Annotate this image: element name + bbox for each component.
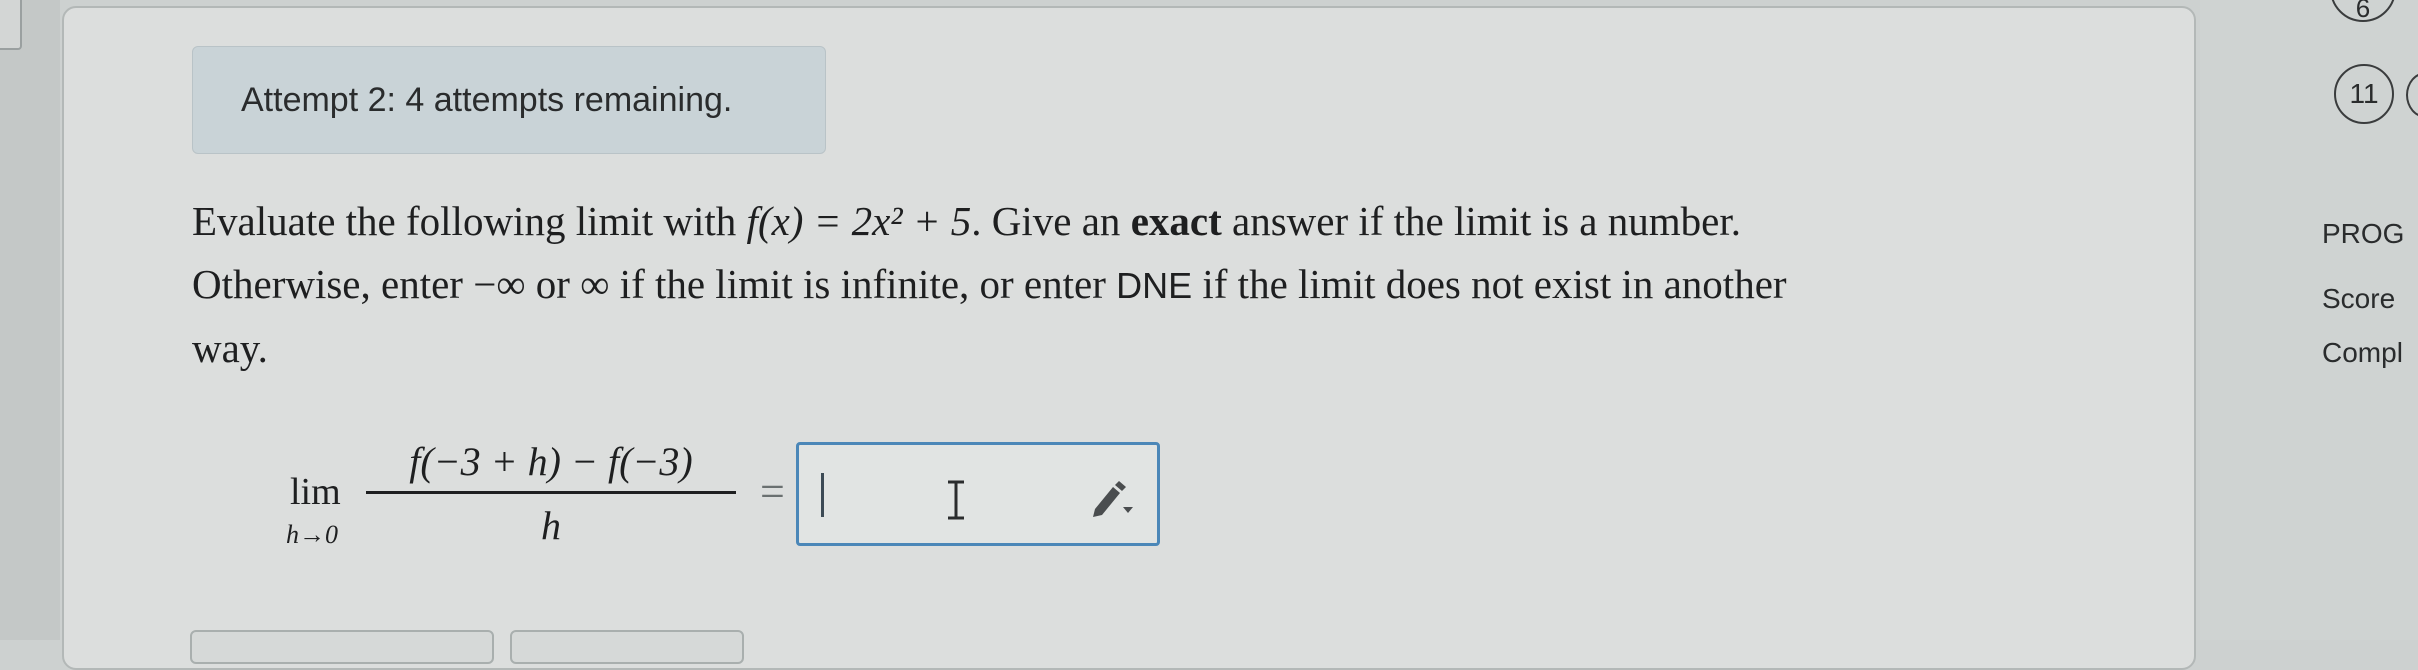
question-text-2: . Give an (971, 198, 1131, 244)
numerator: f(−3 + h) − f(−3) (409, 439, 693, 484)
lim-word: lim (290, 471, 341, 513)
question-nav-top-number: 6 (2355, 0, 2371, 22)
bottom-button-2[interactable] (510, 630, 744, 664)
ibeam-cursor-icon (948, 480, 964, 520)
question-intro: Evaluate the following limit with (192, 198, 747, 244)
answer-input[interactable] (796, 442, 1160, 546)
attempt-banner: Attempt 2: 4 attempts remaining. (192, 46, 826, 154)
question-text-4: Otherwise, enter −∞ or ∞ if the limit is… (192, 261, 1117, 307)
equals-sign: = (760, 467, 785, 516)
question-nav-number: 11 (2349, 78, 2379, 109)
dne-word: DNE (1116, 265, 1193, 306)
function-expression: f(x) = 2x² + 5 (746, 198, 972, 244)
fraction-bar (366, 491, 736, 494)
question-nav-circle-11[interactable]: 11 (2334, 64, 2394, 124)
question-text-6: way. (192, 325, 268, 371)
exact-word: exact (1130, 198, 1222, 244)
difference-quotient: f(−3 + h) − f(−3) h (366, 438, 736, 549)
question-text: Evaluate the following limit with f(x) =… (192, 190, 2092, 380)
bottom-button-1[interactable] (190, 630, 494, 664)
left-strip (0, 0, 60, 640)
progress-label: PROG (2322, 218, 2405, 249)
complete-label: Compl (2322, 337, 2403, 368)
question-text-3: answer if the limit is a number. (1221, 198, 1741, 244)
math-editor-pencil-icon[interactable] (1089, 479, 1137, 519)
question-text-5: if the limit does not exist in another (1192, 261, 1787, 307)
lim-subscript: h→0 (286, 520, 338, 549)
text-caret (821, 473, 824, 517)
score-label: Score (2322, 283, 2396, 314)
left-edge-box (0, 0, 22, 50)
denominator: h (541, 503, 561, 548)
attempt-banner-text: Attempt 2: 4 attempts remaining. (241, 80, 733, 119)
